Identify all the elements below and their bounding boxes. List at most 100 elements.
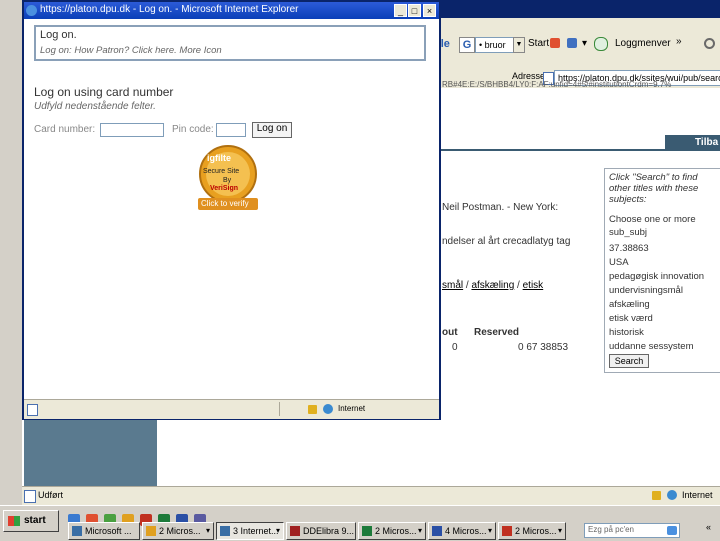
status-text: Udført xyxy=(38,490,64,500)
sidebox-item[interactable]: pedagøgisk innovation xyxy=(609,271,704,282)
settings-icon[interactable] xyxy=(704,38,715,49)
task-icon xyxy=(502,526,512,536)
dropdown-arrow-icon[interactable]: ▼ xyxy=(513,37,525,53)
subject-links: smål / afskæling / etisk xyxy=(442,280,544,291)
lock-icon xyxy=(652,491,661,500)
task-button[interactable]: 2 Micros... ▾ xyxy=(498,522,566,540)
task-label: 2 Micros... xyxy=(159,526,201,536)
popup-title: https://platon.dpu.dk - Log on. - Micros… xyxy=(40,4,299,15)
sidebox-choose: Choose one or more xyxy=(609,214,696,225)
table-cell-reserved: 0 67 38853 xyxy=(518,342,569,353)
task-button-active[interactable]: 3 Internet... ▾ xyxy=(216,522,284,540)
check-icon[interactable] xyxy=(594,37,608,51)
popup-status-bar: Internet xyxy=(24,399,439,419)
tray-expand-icon[interactable]: « xyxy=(706,522,711,532)
ie-icon xyxy=(26,5,37,16)
subject-link-1[interactable]: smål xyxy=(442,280,463,291)
start-search-button[interactable]: Start xyxy=(528,38,549,49)
logon-button[interactable]: Log on xyxy=(252,122,292,138)
status-globe-icon xyxy=(323,404,333,414)
google-search-dropdown[interactable]: • bruor xyxy=(475,37,516,53)
url-fragment-text: RB#4E:E:/S/BHBB4/LY0:F:AF:unfid=4#5/#ins… xyxy=(442,80,672,89)
logon-box: Log on. Log on: How Patron? Click here. … xyxy=(34,25,426,61)
sidebox-hint-1: Click "Search" to find xyxy=(609,172,698,183)
logon-title: Log on. xyxy=(40,29,77,41)
subject-link-2[interactable]: afskæling xyxy=(471,280,514,291)
sidebox-item[interactable]: USA xyxy=(609,257,629,268)
status-zone: Internet xyxy=(682,490,713,500)
page-icon xyxy=(27,404,38,416)
task-label: 2 Micros... xyxy=(375,526,417,536)
task-icon xyxy=(290,526,300,536)
sidebox-hint-3: subjects: xyxy=(609,194,647,205)
sidebox-item[interactable]: afskæling xyxy=(609,299,650,310)
seal-brand: igfilte xyxy=(207,153,231,163)
toolbar-icon-2[interactable] xyxy=(567,38,577,48)
sidebox-item[interactable]: sub_subj xyxy=(609,227,647,238)
tilba-tab[interactable]: Tilba xyxy=(665,135,720,151)
background-status-bar: Udført Internet xyxy=(22,486,720,505)
task-button[interactable]: DDElibra 9... xyxy=(286,522,356,540)
table-cell-out: 0 xyxy=(452,342,458,353)
taskbar: start Microsoft ... 2 Micros... ▾ 3 Inte… xyxy=(0,505,720,541)
task-group-arrow-icon: ▾ xyxy=(205,526,210,535)
task-button[interactable]: 2 Micros... ▾ xyxy=(142,522,214,540)
start-label: start xyxy=(24,515,46,526)
sidebox-item[interactable]: 37.38863 xyxy=(609,243,649,254)
card-number-label: Card number: xyxy=(34,124,96,135)
task-label: 2 Micros... xyxy=(515,526,557,536)
table-header-out: out xyxy=(442,327,458,338)
task-button[interactable]: 2 Micros... ▾ xyxy=(358,522,426,540)
links-label[interactable]: Loggmenver xyxy=(615,38,671,49)
author-line: Neil Postman. - New York: xyxy=(442,202,559,213)
logon-popup-window: https://platon.dpu.dk - Log on. - Micros… xyxy=(22,0,441,420)
toolbar-icon-1[interactable] xyxy=(550,38,560,48)
toolbar-more-chevron[interactable]: » xyxy=(676,36,682,47)
seal-verify-link[interactable]: Click to verify xyxy=(201,199,249,208)
sidebox-item[interactable]: historisk xyxy=(609,327,644,338)
subject-search-box: Click "Search" to find other titles with… xyxy=(604,168,720,373)
start-button[interactable]: start xyxy=(3,510,59,532)
task-group-arrow-icon: ▾ xyxy=(275,526,280,535)
subject-link-3[interactable]: etisk xyxy=(523,280,544,291)
verisign-seal[interactable]: igfilte Secure Site By VeriSign Click to… xyxy=(197,144,259,212)
card-number-input[interactable] xyxy=(100,123,164,137)
task-button[interactable]: 4 Micros... ▾ xyxy=(428,522,496,540)
task-icon xyxy=(146,526,156,536)
sidebox-item[interactable]: undervisningsmål xyxy=(609,285,683,296)
search-placeholder: Ezg på pc'en xyxy=(588,525,635,534)
sidebox-hint-2: other titles with these xyxy=(609,183,699,194)
task-group-arrow-icon: ▾ xyxy=(417,526,422,535)
card-heading: Log on using card number xyxy=(34,85,174,99)
task-button[interactable]: Microsoft ... xyxy=(68,522,140,540)
sidebox-item[interactable]: etisk værd xyxy=(609,313,653,324)
toolbar-dropdown-arrow-icon[interactable]: ▾ xyxy=(582,38,587,49)
seal-line2: By xyxy=(223,177,232,184)
page-done-icon xyxy=(24,490,36,503)
task-icon xyxy=(432,526,442,536)
seal-line3: VeriSign xyxy=(210,185,239,192)
sidebox-search-button[interactable]: Search xyxy=(609,354,649,368)
table-header-reserved: Reserved xyxy=(474,327,520,338)
task-icon xyxy=(220,526,230,536)
sidebox-item[interactable]: uddanne sessystem xyxy=(609,341,694,352)
desktop-search-box[interactable]: Ezg på pc'en xyxy=(584,523,680,538)
minimize-button[interactable]: _ xyxy=(394,4,407,17)
logon-subtitle[interactable]: Log on: How Patron? Click here. More Ico… xyxy=(40,45,222,56)
popup-title-bar[interactable]: https://platon.dpu.dk - Log on. - Micros… xyxy=(24,2,439,19)
status-lock-icon xyxy=(308,405,317,414)
task-label: 3 Internet... xyxy=(233,526,279,536)
task-icon xyxy=(72,526,82,536)
task-icon xyxy=(362,526,372,536)
close-button[interactable]: × xyxy=(423,4,436,17)
google-g-icon: G xyxy=(459,37,475,53)
windows-logo-icon xyxy=(8,516,20,526)
maximize-button[interactable]: □ xyxy=(408,4,421,17)
task-group-arrow-icon: ▾ xyxy=(557,526,562,535)
search-go-icon[interactable] xyxy=(667,526,677,535)
status-divider xyxy=(279,402,280,416)
internet-zone-icon xyxy=(667,490,677,500)
task-label: 4 Micros... xyxy=(445,526,487,536)
pin-code-input[interactable] xyxy=(216,123,246,137)
task-group-arrow-icon: ▾ xyxy=(487,526,492,535)
